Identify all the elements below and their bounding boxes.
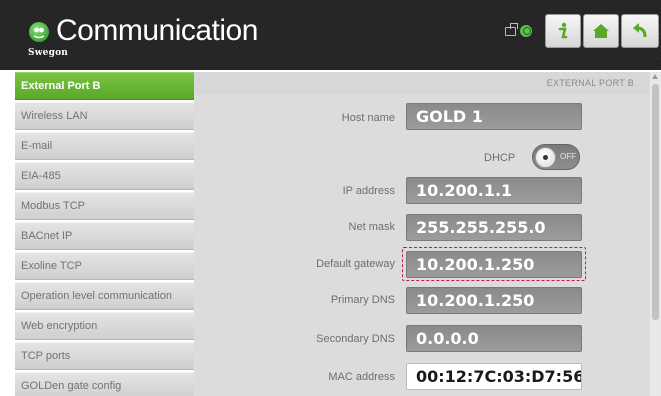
secondary-dns-field[interactable]: 0.0.0.0 xyxy=(406,325,582,352)
info-button[interactable] xyxy=(545,14,581,48)
sidebar-item-web-encryption[interactable]: Web encryption xyxy=(15,312,194,340)
default-gateway-field[interactable]: 10.200.1.250 xyxy=(406,251,582,278)
secondary-dns-label: Secondary DNS xyxy=(316,333,395,345)
back-arrow-icon xyxy=(633,23,647,38)
host-name-label: Host name xyxy=(341,112,395,124)
sidebar-item-bacnet-ip[interactable]: BACnet IP xyxy=(15,222,194,250)
net-mask-label: Net mask xyxy=(348,221,395,233)
primary-dns-field[interactable]: 10.200.1.250 xyxy=(406,287,582,314)
dhcp-label: DHCP xyxy=(484,152,516,164)
sidebar: External Port B Wireless LAN E-mail EIA-… xyxy=(15,72,194,396)
scrollbar[interactable] xyxy=(650,72,661,396)
mac-address-label: MAC address xyxy=(328,371,395,383)
net-mask-field[interactable]: 255.255.255.0 xyxy=(406,214,582,241)
toggle-state-text: OFF xyxy=(560,152,576,161)
primary-dns-label: Primary DNS xyxy=(330,294,395,306)
sidebar-item-modbus-tcp[interactable]: Modbus TCP xyxy=(15,192,194,220)
status-icons xyxy=(505,22,532,37)
section-title: EXTERNAL PORT B xyxy=(546,78,634,88)
sidebar-item-email[interactable]: E-mail xyxy=(15,132,194,160)
home-icon xyxy=(593,24,609,38)
default-gateway-label: Default gateway xyxy=(316,258,395,270)
back-button[interactable] xyxy=(621,14,659,48)
sidebar-item-operation-level-communication[interactable]: Operation level communication xyxy=(15,282,194,310)
ip-address-field[interactable]: 10.200.1.1 xyxy=(406,177,582,204)
panel-header: EXTERNAL PORT B xyxy=(194,72,650,94)
home-button[interactable] xyxy=(583,14,619,48)
scroll-up-arrow-icon[interactable] xyxy=(652,74,658,79)
sidebar-item-eia-485[interactable]: EIA-485 xyxy=(15,162,194,190)
scrollbar-thumb[interactable] xyxy=(652,84,659,320)
communication-logo-icon xyxy=(29,22,49,42)
page-title: Communication xyxy=(56,14,258,47)
network-icon xyxy=(505,22,518,36)
sidebar-item-exoline-tcp[interactable]: Exoline TCP xyxy=(15,252,194,280)
user-icon xyxy=(520,25,532,37)
host-name-field[interactable]: GOLD 1 xyxy=(406,103,582,130)
info-icon xyxy=(558,22,568,39)
sidebar-item-external-port-b[interactable]: External Port B xyxy=(15,72,194,100)
ip-address-label: IP address xyxy=(342,185,395,197)
sidebar-item-wireless-lan[interactable]: Wireless LAN xyxy=(15,102,194,130)
sidebar-item-tcp-ports[interactable]: TCP ports xyxy=(15,342,194,370)
mac-address-value: 00:12:7C:03:D7:56 xyxy=(406,363,582,390)
settings-panel: EXTERNAL PORT B Host name GOLD 1 DHCP OF… xyxy=(194,72,650,396)
toggle-knob xyxy=(535,147,556,168)
sidebar-item-golden-gate-config[interactable]: GOLDen gate config xyxy=(15,372,194,396)
dhcp-toggle[interactable]: OFF xyxy=(532,144,580,170)
brand-logo: Swegon xyxy=(28,48,69,58)
app-header: Communication Swegon xyxy=(0,0,661,70)
